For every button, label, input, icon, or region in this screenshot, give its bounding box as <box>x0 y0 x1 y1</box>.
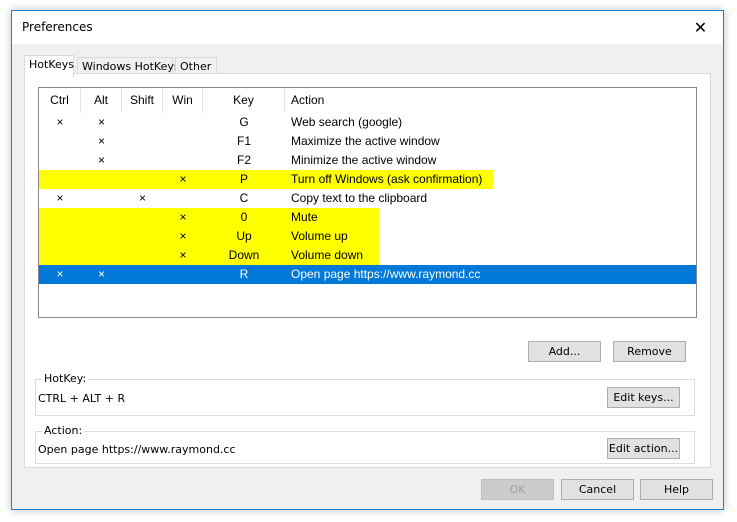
table-row[interactable]: × Up Volume up <box>39 227 696 246</box>
title-bar: Preferences ✕ <box>12 11 723 44</box>
cell-shift <box>122 170 163 189</box>
cell-win <box>163 113 203 132</box>
cell-shift: × <box>138 191 146 205</box>
table-row-selected[interactable]: × × R Open page https://www.raymond.cc <box>39 265 696 284</box>
cell-ctrl <box>39 170 81 189</box>
cell-alt <box>81 170 122 189</box>
cell-alt <box>81 208 122 227</box>
cell-action: Open page https://www.raymond.cc <box>291 267 481 281</box>
cancel-button[interactable]: Cancel <box>561 479 634 500</box>
window-title: Preferences <box>22 20 93 34</box>
cell-shift <box>122 246 163 265</box>
cell-alt: × <box>97 153 105 167</box>
tab-windows-hotkeys-label: Windows HotKeys <box>82 60 180 73</box>
cell-ctrl <box>39 132 81 151</box>
cell-alt: × <box>97 134 105 148</box>
preferences-window: Preferences ✕ HotKeys Windows HotKeys Ot… <box>11 10 724 510</box>
edit-action-button[interactable]: Edit action... <box>607 438 680 459</box>
cell-action: Web search (google) <box>291 115 403 129</box>
add-button[interactable]: Add... <box>528 341 601 362</box>
cell-win <box>163 132 203 151</box>
cell-key: Down <box>228 248 260 262</box>
cell-shift <box>122 227 163 246</box>
header-alt[interactable]: Alt <box>81 88 122 113</box>
tab-hotkeys[interactable]: HotKeys <box>24 55 74 77</box>
cell-action: Mute <box>291 210 318 224</box>
table-row[interactable]: × 0 Mute <box>39 208 696 227</box>
cell-key: G <box>239 115 249 129</box>
cell-action: Volume down <box>291 248 364 262</box>
cell-key: C <box>239 191 249 205</box>
cell-shift <box>122 265 163 284</box>
hotkey-value: CTRL + ALT + R <box>38 392 126 405</box>
cell-ctrl <box>39 208 81 227</box>
cell-win: × <box>179 172 187 186</box>
table-row[interactable]: × F2 Minimize the active window <box>39 151 696 170</box>
close-button[interactable]: ✕ <box>678 11 723 43</box>
hotkeys-tab-panel: Ctrl Alt Shift Win Key Action × × G Web sea… <box>24 73 711 468</box>
cell-key: F2 <box>236 153 251 167</box>
cell-ctrl: × <box>56 267 64 281</box>
close-icon: ✕ <box>693 17 708 37</box>
table-row[interactable]: × F1 Maximize the active window <box>39 132 696 151</box>
cell-action: Maximize the active window <box>291 134 440 148</box>
cell-ctrl: × <box>56 191 64 205</box>
list-header: Ctrl Alt Shift Win Key Action <box>39 88 696 113</box>
remove-button[interactable]: Remove <box>613 341 686 362</box>
hotkey-group: HotKey: CTRL + ALT + R Edit keys... <box>35 372 695 416</box>
cell-key: P <box>239 172 248 186</box>
hotkey-group-label: HotKey: <box>42 372 89 385</box>
table-row[interactable]: × P Turn off Windows (ask confirmation) <box>39 170 696 189</box>
cell-action: Volume up <box>291 229 348 243</box>
tab-hotkeys-label: HotKeys <box>29 58 74 71</box>
ok-button[interactable]: OK <box>481 479 554 500</box>
edit-keys-button[interactable]: Edit keys... <box>607 387 680 408</box>
cell-key: F1 <box>236 134 251 148</box>
cell-win: × <box>179 248 187 262</box>
header-ctrl[interactable]: Ctrl <box>39 88 81 113</box>
cell-win: × <box>179 210 187 224</box>
action-value: Open page https://www.raymond.cc <box>38 443 236 456</box>
cell-shift <box>122 151 163 170</box>
cell-alt <box>81 246 122 265</box>
cell-shift <box>122 132 163 151</box>
help-button[interactable]: Help <box>640 479 713 500</box>
cell-key: Up <box>236 229 252 243</box>
cell-win <box>163 189 203 208</box>
cell-action: Copy text to the clipboard <box>291 191 428 205</box>
cell-alt: × <box>97 115 105 129</box>
cell-shift <box>122 113 163 132</box>
cell-ctrl <box>39 246 81 265</box>
cell-win: × <box>179 229 187 243</box>
cell-ctrl <box>39 227 81 246</box>
header-action[interactable]: Action <box>285 88 695 113</box>
table-row[interactable]: × × C Copy text to the clipboard <box>39 189 696 208</box>
cell-ctrl: × <box>56 115 64 129</box>
header-key[interactable]: Key <box>203 88 285 113</box>
cell-alt: × <box>97 267 105 281</box>
hotkeys-list[interactable]: Ctrl Alt Shift Win Key Action × × G Web sea… <box>38 87 697 318</box>
cell-alt <box>81 227 122 246</box>
cell-key: 0 <box>240 210 248 224</box>
cell-key: R <box>239 267 249 281</box>
table-row[interactable]: × × G Web search (google) <box>39 113 696 132</box>
cell-win <box>163 151 203 170</box>
header-shift[interactable]: Shift <box>122 88 163 113</box>
cell-alt <box>81 189 122 208</box>
action-group-label: Action: <box>42 424 85 437</box>
cell-win <box>163 265 203 284</box>
table-row[interactable]: × Down Volume down <box>39 246 696 265</box>
header-win[interactable]: Win <box>163 88 203 113</box>
cell-ctrl <box>39 151 81 170</box>
cell-shift <box>122 208 163 227</box>
action-group: Action: Open page https://www.raymond.cc… <box>35 424 695 464</box>
cell-action: Turn off Windows (ask confirmation) <box>291 172 483 186</box>
cell-action: Minimize the active window <box>291 153 437 167</box>
tab-other-label: Other <box>180 60 212 73</box>
